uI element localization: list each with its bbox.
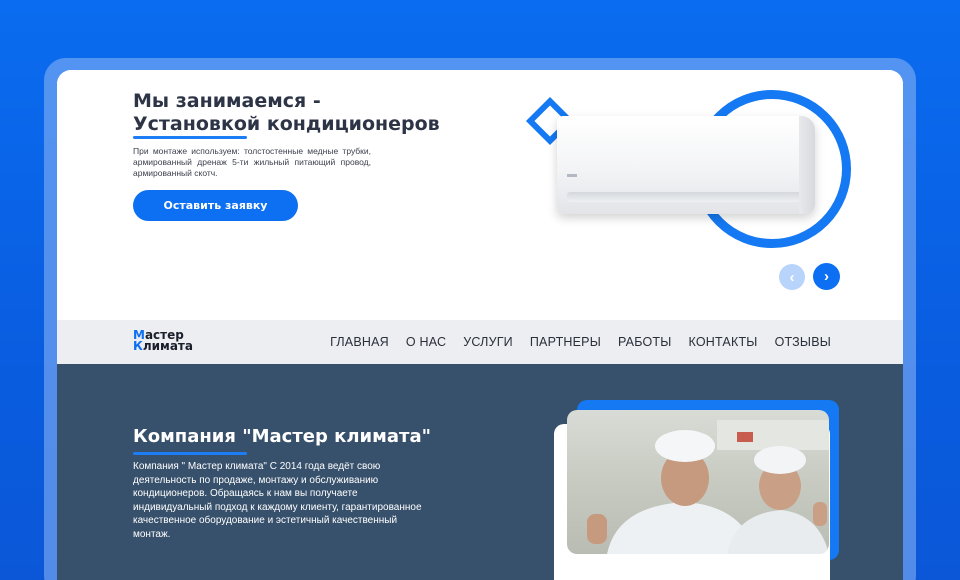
website-window: Мы занимаемся - Установкой кондиционеров… xyxy=(57,70,903,580)
team-photo xyxy=(567,410,829,554)
nav-link-contacts[interactable]: КОНТАКТЫ xyxy=(689,335,758,349)
ac-logo xyxy=(567,174,577,177)
ac-side-panel xyxy=(799,116,815,214)
brand-line2: Климата xyxy=(133,339,193,353)
leave-request-button[interactable]: Оставить заявку xyxy=(133,190,298,221)
brand-logo[interactable]: Мастер Климата xyxy=(133,329,213,353)
nav-link-about[interactable]: О НАС xyxy=(406,335,446,349)
about-title-underline xyxy=(133,452,247,455)
nav-link-services[interactable]: УСЛУГИ xyxy=(463,335,513,349)
hero-title: Мы занимаемся - Установкой кондиционеров xyxy=(133,90,453,136)
chevron-left-icon: ‹ xyxy=(789,268,795,286)
about-text: Компания " Мастер климата" С 2014 года в… xyxy=(133,461,422,540)
nav-link-reviews[interactable]: ОТЗЫВЫ xyxy=(775,335,831,349)
team-photo-illustration xyxy=(587,420,829,554)
hero-title-rest: кондиционеров xyxy=(260,113,440,135)
about-title: Компания "Мастер климата" xyxy=(133,426,431,447)
about-section: Компания "Мастер климата" Компания " Мас… xyxy=(57,364,903,580)
nav-link-home[interactable]: ГЛАВНАЯ xyxy=(330,335,389,349)
nav-link-works[interactable]: РАБОТЫ xyxy=(618,335,672,349)
main-navbar: Мастер Климата ГЛАВНАЯ О НАС УСЛУГИ ПАРТ… xyxy=(57,320,903,364)
slider-next-button[interactable]: › xyxy=(813,263,840,290)
air-conditioner-image xyxy=(557,116,815,214)
hero-section: Мы занимаемся - Установкой кондиционеров… xyxy=(57,70,903,320)
hero-title-line1: Мы занимаемся - xyxy=(133,90,321,112)
slider-prev-button[interactable]: ‹ xyxy=(779,264,805,290)
hero-description: При монтаже используем: толстостенные ме… xyxy=(133,146,371,178)
chevron-right-icon: › xyxy=(824,268,829,285)
hero-title-accent: Установкой xyxy=(133,113,261,135)
hero-title-underline xyxy=(133,136,247,139)
nav-links: ГЛАВНАЯ О НАС УСЛУГИ ПАРТНЕРЫ РАБОТЫ КОН… xyxy=(330,320,831,364)
ac-vent xyxy=(567,192,805,202)
nav-link-partners[interactable]: ПАРТНЕРЫ xyxy=(530,335,601,349)
